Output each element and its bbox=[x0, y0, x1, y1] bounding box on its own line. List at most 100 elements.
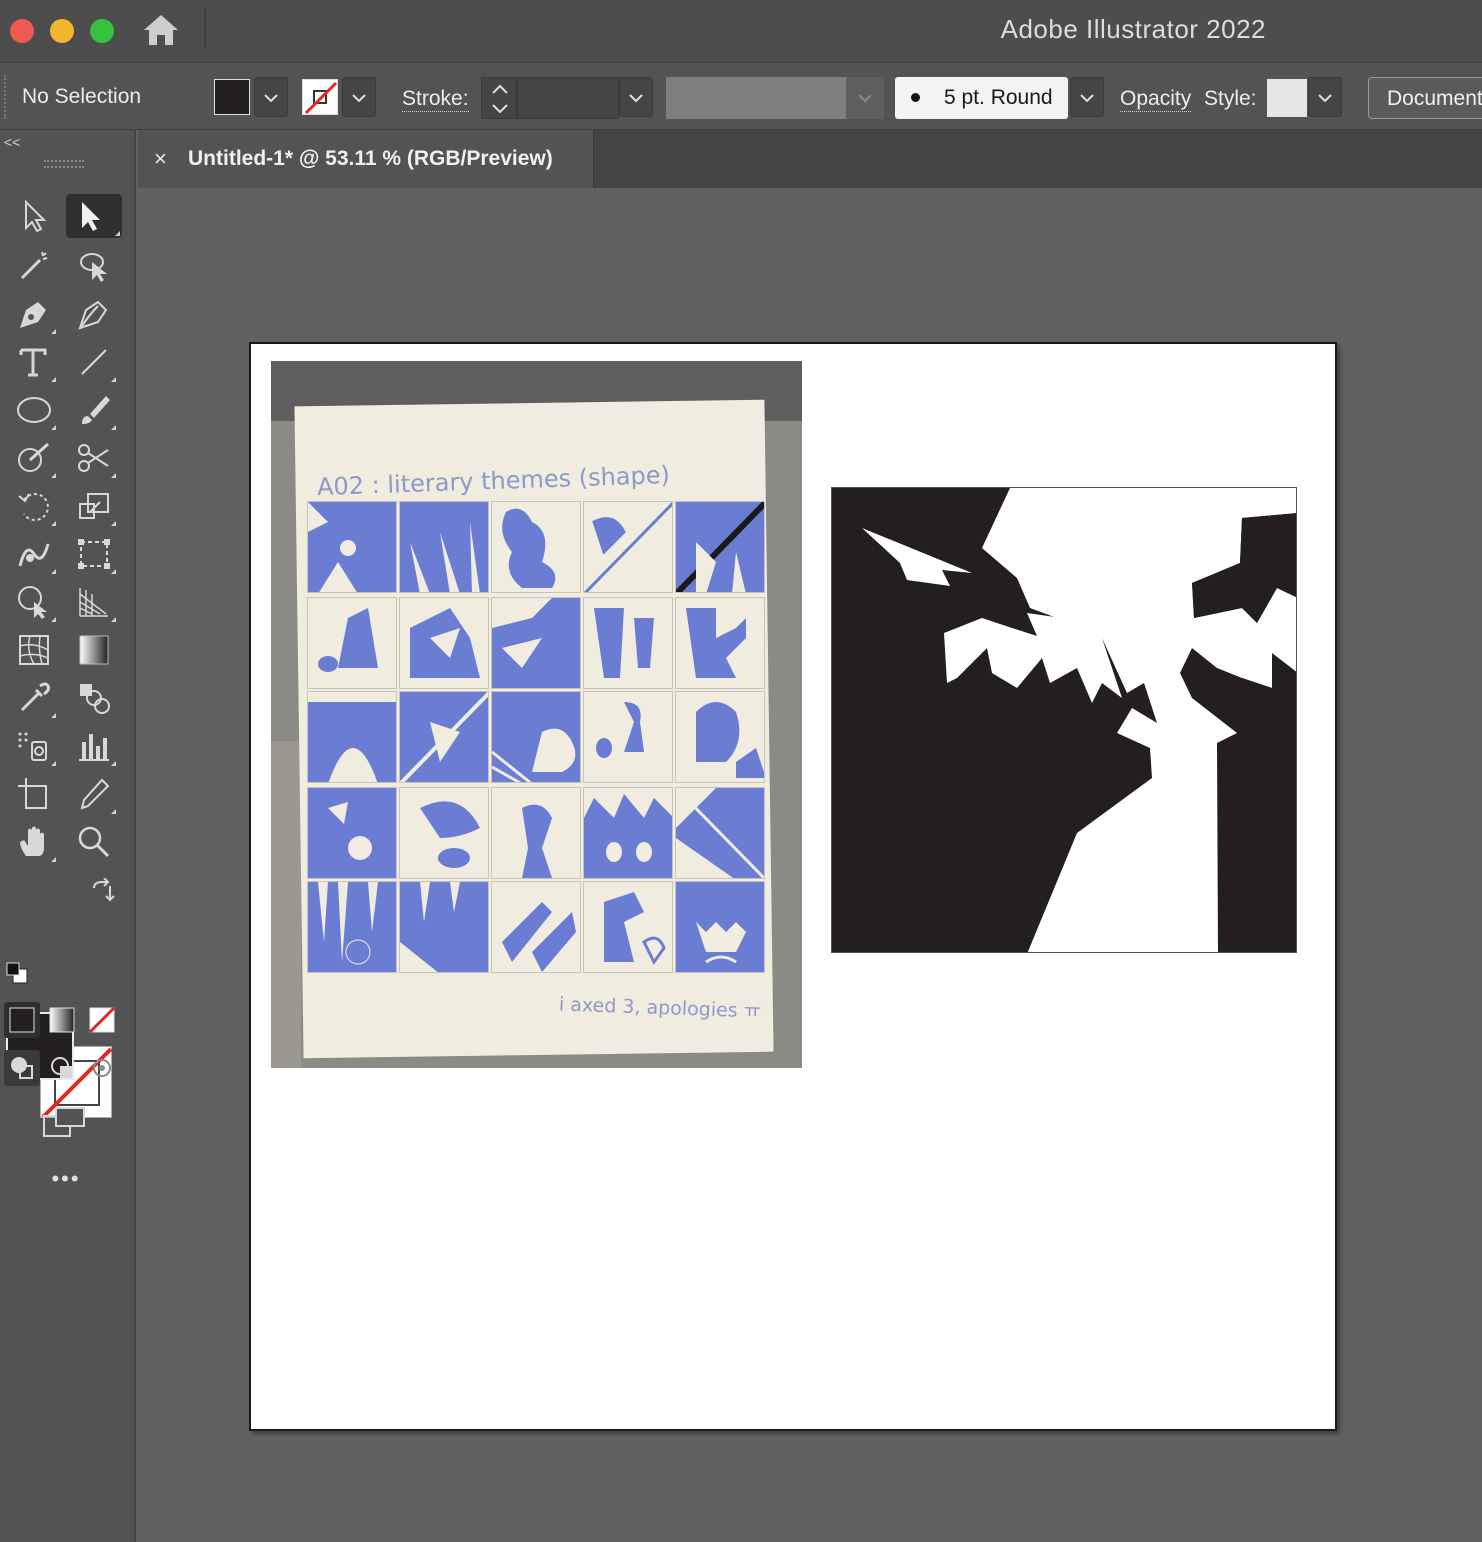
screen-mode-button[interactable] bbox=[40, 1100, 90, 1144]
none-stroke-icon bbox=[304, 81, 338, 115]
hand-tool[interactable] bbox=[10, 820, 58, 864]
document-tab[interactable]: × Untitled-1* @ 53.11 % (RGB/Preview) bbox=[138, 130, 594, 188]
color-mode-button[interactable] bbox=[4, 1002, 40, 1038]
stroke-weight-field[interactable] bbox=[517, 77, 619, 119]
draw-inside-button[interactable] bbox=[84, 1050, 120, 1086]
fill-swatch[interactable] bbox=[214, 79, 250, 115]
rotate-tool[interactable] bbox=[10, 484, 58, 528]
hand-icon bbox=[20, 826, 44, 856]
mesh-tool[interactable] bbox=[10, 628, 58, 672]
edit-toolbar-button[interactable]: ••• bbox=[42, 1166, 90, 1196]
line-segment-tool[interactable] bbox=[70, 340, 118, 384]
curvature-tool[interactable] bbox=[70, 292, 118, 336]
gradient-tool[interactable] bbox=[70, 628, 118, 672]
style-dropdown[interactable] bbox=[1308, 77, 1342, 117]
stroke-dropdown[interactable] bbox=[342, 77, 376, 117]
scale-tool[interactable] bbox=[70, 484, 118, 528]
rotate-icon bbox=[18, 493, 49, 521]
eyedropper-tool[interactable] bbox=[10, 676, 58, 720]
selection-tool[interactable] bbox=[10, 194, 58, 238]
close-window-button[interactable] bbox=[10, 19, 34, 43]
eyedropper-icon bbox=[20, 682, 50, 712]
thumbnail-sketch bbox=[583, 597, 673, 689]
ellipse-tool[interactable] bbox=[10, 388, 58, 432]
more-tools-indicator bbox=[115, 231, 120, 236]
warp-tool[interactable] bbox=[10, 532, 58, 576]
gradient-icon bbox=[79, 635, 109, 665]
column-graph-tool[interactable] bbox=[70, 724, 118, 768]
stroke-weight-dropdown[interactable] bbox=[619, 77, 653, 117]
shape-builder-tool[interactable] bbox=[10, 580, 58, 624]
variable-width-profile[interactable] bbox=[666, 77, 846, 119]
brush-definition-field[interactable]: 5 pt. Round bbox=[895, 77, 1068, 119]
slice-tool[interactable] bbox=[70, 772, 118, 816]
none-swatch-icon bbox=[88, 1006, 116, 1034]
style-label: Style: bbox=[1204, 87, 1257, 110]
scale-icon bbox=[79, 493, 109, 519]
magic-wand-tool[interactable] bbox=[10, 244, 58, 288]
graphic-style-swatch[interactable] bbox=[1267, 79, 1307, 117]
fill-dropdown[interactable] bbox=[254, 77, 288, 117]
shaper-icon bbox=[18, 442, 49, 472]
black-white-composition[interactable] bbox=[831, 487, 1297, 953]
draw-normal-button[interactable] bbox=[4, 1050, 40, 1086]
variable-width-dropdown[interactable] bbox=[846, 77, 884, 119]
chevron-down-icon bbox=[1080, 94, 1094, 103]
close-tab-icon[interactable]: × bbox=[154, 146, 167, 172]
line-segment-icon bbox=[81, 349, 107, 375]
blend-tool[interactable] bbox=[70, 676, 118, 720]
brush-dropdown[interactable] bbox=[1070, 77, 1104, 117]
minimize-window-button[interactable] bbox=[50, 19, 74, 43]
pen-tool[interactable] bbox=[10, 292, 58, 336]
thumbnail-sketch bbox=[399, 787, 489, 879]
artboard-tool[interactable] bbox=[10, 772, 58, 816]
stroke-label[interactable]: Stroke: bbox=[402, 87, 469, 112]
direct-selection-tool[interactable] bbox=[66, 194, 122, 238]
free-transform-tool[interactable] bbox=[70, 532, 118, 576]
perspective-grid-tool[interactable] bbox=[70, 580, 118, 624]
scissors-icon bbox=[78, 444, 109, 472]
type-tool[interactable] bbox=[10, 340, 58, 384]
screen-mode-icon bbox=[43, 1107, 85, 1137]
chevron-down-icon bbox=[1318, 94, 1332, 103]
draw-behind-button[interactable] bbox=[44, 1050, 80, 1086]
artboard-icon bbox=[18, 778, 47, 809]
document-tab-bar: × Untitled-1* @ 53.11 % (RGB/Preview) bbox=[138, 130, 1482, 188]
panel-grip[interactable] bbox=[44, 160, 84, 168]
more-tools-indicator bbox=[51, 329, 56, 334]
zoom-window-button[interactable] bbox=[90, 19, 114, 43]
gradient-mode-button[interactable] bbox=[44, 1002, 80, 1038]
opacity-label[interactable]: Opacity bbox=[1120, 87, 1192, 112]
home-icon[interactable] bbox=[141, 12, 181, 48]
document-tab-title: Untitled-1* @ 53.11 % (RGB/Preview) bbox=[188, 147, 553, 170]
thumbnail-sketch bbox=[307, 691, 397, 783]
document-setup-button[interactable]: Document bbox=[1368, 77, 1482, 119]
thumbnail-sketch bbox=[307, 501, 397, 593]
none-mode-button[interactable] bbox=[84, 1002, 120, 1038]
stroke-swatch[interactable] bbox=[302, 79, 338, 115]
thumbnail-sketch bbox=[583, 787, 673, 879]
shaper-tool[interactable] bbox=[10, 436, 58, 480]
title-divider bbox=[204, 8, 206, 48]
curvature-pen-icon bbox=[78, 300, 108, 330]
swap-fill-stroke-button[interactable] bbox=[88, 876, 120, 908]
more-tools-indicator bbox=[111, 809, 116, 814]
thumbnail-sketch bbox=[491, 501, 581, 593]
chevron-down-icon bbox=[264, 94, 278, 103]
paintbrush-tool[interactable] bbox=[70, 388, 118, 432]
collapse-panel-button[interactable]: << bbox=[4, 134, 20, 150]
placed-photo[interactable]: A02 : literary themes (shape) i axed 3, … bbox=[271, 361, 802, 1068]
thumbnail-sketch bbox=[399, 501, 489, 593]
default-colors-button[interactable] bbox=[4, 960, 30, 986]
zoom-tool[interactable] bbox=[70, 820, 118, 864]
lasso-tool[interactable] bbox=[70, 244, 118, 288]
scissors-tool[interactable] bbox=[70, 436, 118, 480]
stroke-weight-spinner[interactable] bbox=[481, 77, 517, 119]
more-tools-indicator bbox=[51, 377, 56, 382]
control-bar-grip[interactable] bbox=[4, 75, 6, 119]
artboard[interactable]: A02 : literary themes (shape) i axed 3, … bbox=[249, 342, 1337, 1431]
chevron-down-icon bbox=[629, 94, 643, 103]
spinner-arrows-icon bbox=[492, 84, 508, 114]
magic-wand-icon bbox=[20, 251, 48, 280]
symbol-sprayer-tool[interactable] bbox=[10, 724, 58, 768]
